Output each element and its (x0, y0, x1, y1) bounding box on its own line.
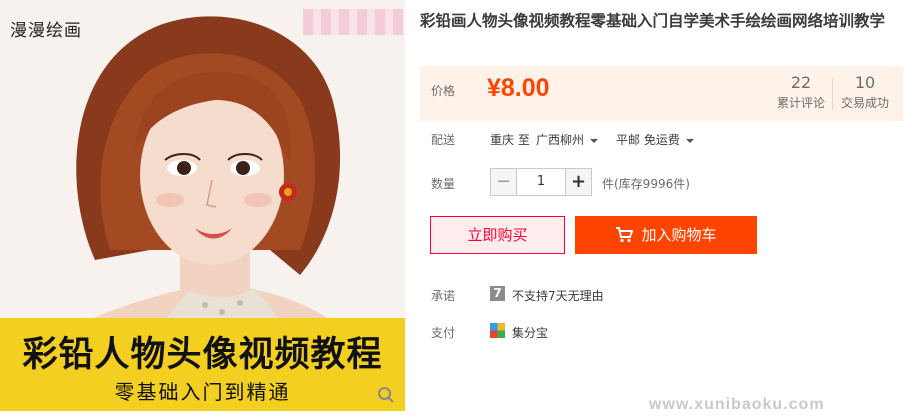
ship-method: 平邮 免运费 (616, 133, 680, 147)
reviews-stat[interactable]: 22 累计评论 (770, 72, 832, 112)
quantity-minus-button[interactable]: − (490, 168, 517, 196)
banner-subtitle: 零基础入门到精通 (114, 380, 291, 404)
reviews-count: 22 (790, 73, 812, 92)
sales-label: 交易成功 (840, 96, 889, 110)
ship-from: 重庆 至 (490, 133, 530, 147)
blurred-watermark (303, 9, 403, 35)
ship-method-select[interactable]: 平邮 免运费 (616, 131, 694, 148)
sales-count: 10 (854, 73, 876, 92)
add-to-cart-button[interactable]: 加入购物车 (575, 216, 757, 254)
site-watermark: www.xunibaoku.com (649, 396, 825, 413)
price-value: ¥8.00 (487, 74, 550, 102)
chevron-down-icon (685, 138, 694, 143)
buy-now-button[interactable]: 立即购买 (430, 216, 565, 254)
chevron-down-icon (590, 138, 599, 143)
zoom-icon[interactable] (377, 386, 395, 404)
ship-destination-select[interactable]: 广西柳州 (536, 131, 599, 148)
sales-stat: 10 交易成功 (834, 72, 896, 112)
banner-title: 彩铅人物头像视频教程 (22, 335, 383, 375)
payment-text: 集分宝 (512, 326, 549, 340)
ship-destination: 广西柳州 (536, 133, 585, 147)
stat-divider (832, 78, 833, 110)
jifenbao-icon (490, 323, 505, 338)
product-title: 彩铅画人物头像视频教程零基础入门自学美术手绘绘画网络培训教学 (420, 12, 886, 30)
price-panel: 价格 ¥8.00 22 累计评论 10 交易成功 (420, 66, 903, 121)
cart-icon (616, 227, 634, 243)
price-label: 价格 (431, 84, 456, 98)
shipping-label: 配送 (431, 133, 456, 147)
portrait-illustration (0, 0, 405, 320)
add-to-cart-label: 加入购物车 (641, 226, 717, 244)
reviews-label: 累计评论 (776, 96, 825, 110)
promise-text: 不支持7天无理由 (512, 289, 604, 303)
payment-label: 支付 (431, 326, 456, 340)
quantity-plus-button[interactable]: + (565, 168, 592, 196)
quantity-label: 数量 (431, 177, 456, 191)
product-info: 彩铅画人物头像视频教程零基础入门自学美术手绘绘画网络培训教学 价格 ¥8.00 … (420, 0, 905, 419)
brand-mark: 漫漫绘画 (10, 21, 82, 41)
stock-text: 件(库存9996件) (602, 177, 690, 191)
promise-label: 承诺 (431, 289, 456, 303)
product-image[interactable]: 漫漫绘画 彩铅人物头像视频教程 零基础入门到精通 (0, 0, 405, 411)
quantity-stepper: − 1 + (490, 168, 592, 196)
seven-day-icon: 7 (490, 286, 505, 301)
quantity-input[interactable]: 1 (517, 168, 565, 196)
